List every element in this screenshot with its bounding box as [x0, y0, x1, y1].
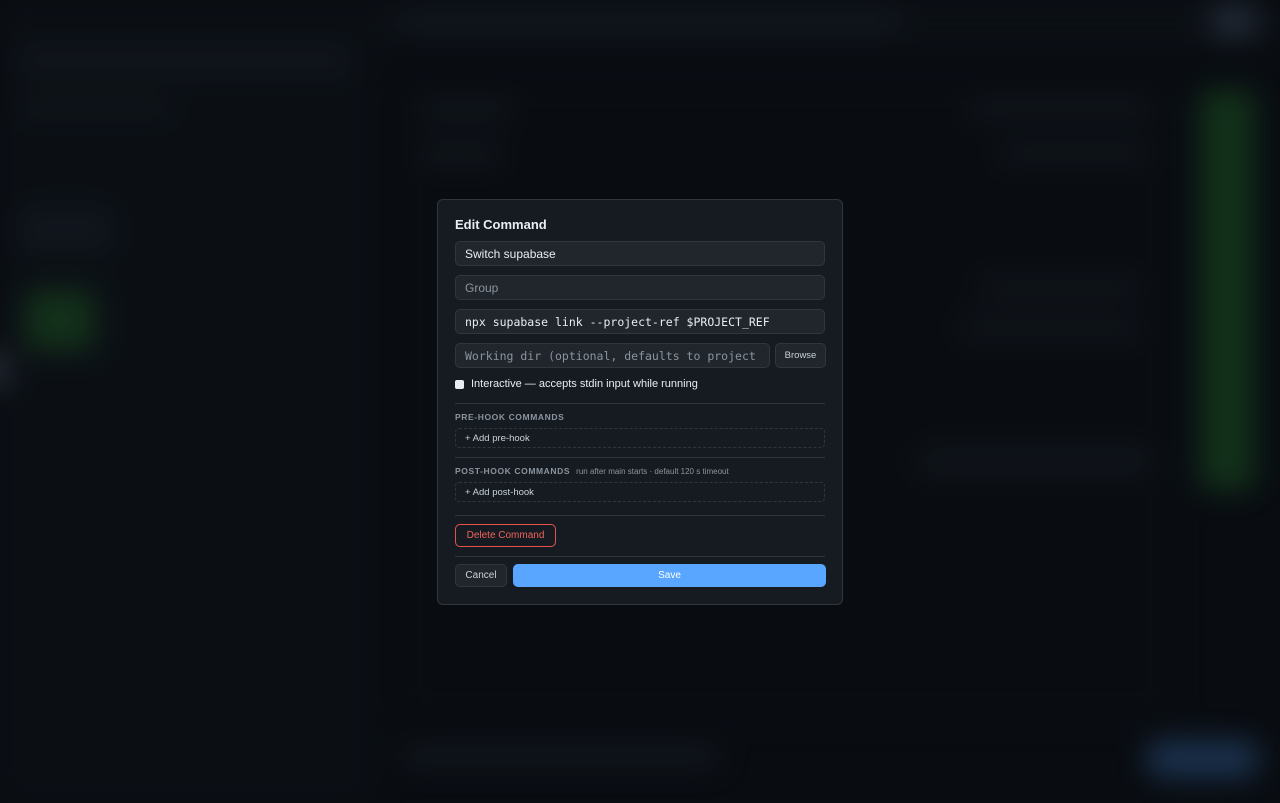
command-name-input[interactable] [455, 241, 825, 266]
edit-command-dialog: Edit Command Browse Interactive — accept… [437, 199, 843, 605]
interactive-option[interactable]: Interactive — accepts stdin input while … [455, 378, 698, 390]
post-hook-label: POST-HOOK COMMANDS [455, 466, 571, 476]
divider [455, 515, 825, 516]
command-input[interactable] [455, 309, 825, 334]
interactive-checkbox[interactable] [455, 379, 464, 389]
pre-hook-label: PRE-HOOK COMMANDS [455, 412, 565, 422]
working-dir-input[interactable] [455, 343, 770, 368]
group-input[interactable] [455, 275, 825, 300]
interactive-label: Interactive — accepts stdin input while … [471, 378, 698, 390]
post-hook-hint: run after main starts · default 120 s ti… [576, 467, 729, 476]
browse-button[interactable]: Browse [775, 343, 826, 368]
add-pre-hook-button[interactable]: + Add pre-hook [455, 428, 825, 448]
pre-hook-section-label: PRE-HOOK COMMANDS [455, 412, 564, 422]
add-post-hook-button[interactable]: + Add post-hook [455, 482, 825, 502]
delete-command-button[interactable]: Delete Command [455, 524, 556, 547]
dialog-title: Edit Command [455, 217, 547, 232]
cancel-button[interactable]: Cancel [455, 564, 507, 587]
divider [455, 457, 825, 458]
divider [455, 403, 825, 404]
post-hook-section-label: POST-HOOK COMMANDS run after main starts… [455, 466, 729, 476]
save-button[interactable]: Save [513, 564, 826, 587]
divider [455, 556, 825, 557]
